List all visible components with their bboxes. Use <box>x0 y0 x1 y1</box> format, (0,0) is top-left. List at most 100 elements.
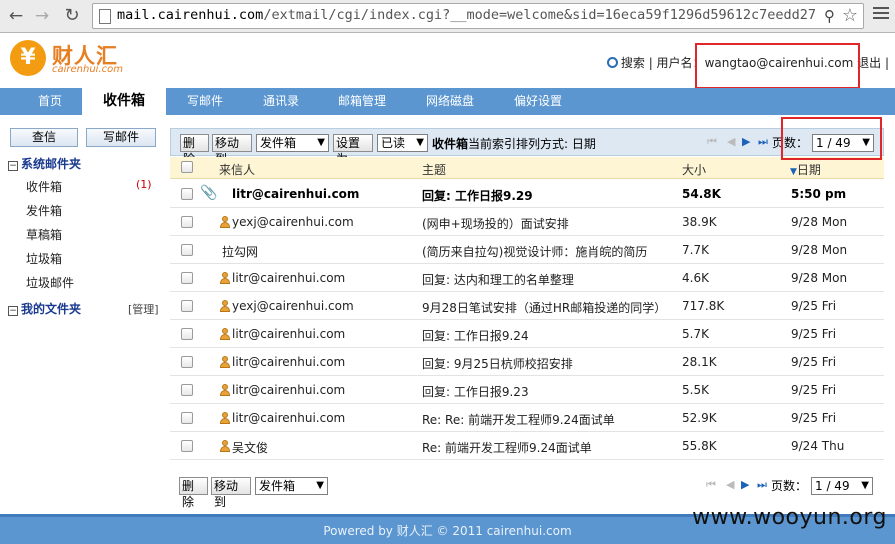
check-mail-button[interactable]: 查信 <box>10 128 78 147</box>
collapse-icon[interactable]: − <box>8 306 18 316</box>
last-page-icon[interactable]: ⏭ <box>758 135 768 149</box>
mail-row[interactable]: litr@cairenhui.com 回复: 工作日报9.23 5.5K 9/25 F… <box>170 376 884 404</box>
select-all-checkbox[interactable] <box>181 161 193 173</box>
search-link[interactable]: 搜索 <box>621 56 645 70</box>
contact-icon <box>220 300 230 312</box>
prev-page-icon[interactable]: ◀ <box>727 135 735 148</box>
row-checkbox[interactable] <box>181 300 193 312</box>
tab-preferences[interactable]: 偏好设置 <box>500 88 576 115</box>
set-as-button[interactable]: 设置为 <box>333 134 373 166</box>
row-checkbox[interactable] <box>181 244 193 256</box>
page-select-bottom[interactable]: 1 / 49 ▼ <box>811 477 873 495</box>
system-folders-header[interactable]: − 系统邮件夹 <box>8 155 81 172</box>
prev-page-icon[interactable]: ◀ <box>726 478 734 491</box>
mail-subject[interactable]: 9月28日笔试安排（通过HR邮箱投递的同学） <box>422 299 666 316</box>
mail-from[interactable]: litr@cairenhui.com <box>232 327 345 341</box>
mail-row[interactable]: yexj@cairenhui.com (网申+现场投的）面试安排 38.9K 9/28… <box>170 208 884 236</box>
row-checkbox[interactable] <box>181 440 193 452</box>
mail-size: 717.8K <box>682 299 725 313</box>
folder-sent[interactable]: 发件箱 <box>26 202 62 219</box>
sidebar: 查信 写邮件 − 系统邮件夹 收件箱 (1) 发件箱 草稿箱 垃圾箱 垃圾邮件 −… <box>0 115 168 520</box>
browser-menu-icon[interactable] <box>873 7 889 22</box>
mail-row[interactable]: litr@cairenhui.com 回复: 达内和理工的名单整理 4.6K 9/28… <box>170 264 884 292</box>
bookmark-star-icon[interactable]: ☆ <box>842 5 858 26</box>
delete-button[interactable]: 删除 <box>180 134 209 166</box>
pin-icon[interactable]: ⚲ <box>824 7 835 25</box>
mail-from[interactable]: 吴文俊 <box>232 439 268 456</box>
first-page-icon[interactable]: ⏮ <box>706 478 716 492</box>
mail-row[interactable]: litr@cairenhui.com 回复: 9月25日杭师校招安排 28.1K 9/… <box>170 348 884 376</box>
mail-row[interactable]: litr@cairenhui.com Re: Re: 前端开发工程师9.24面试单… <box>170 404 884 432</box>
reload-icon[interactable]: ↻ <box>60 5 84 27</box>
folder-inbox[interactable]: 收件箱 <box>26 178 62 195</box>
row-checkbox[interactable] <box>181 356 193 368</box>
col-subject[interactable]: 主题 <box>422 161 446 178</box>
mail-from[interactable]: yexj@cairenhui.com <box>232 215 354 229</box>
mail-subject[interactable]: Re: Re: 前端开发工程师9.24面试单 <box>422 411 615 428</box>
mail-date: 9/28 Mon <box>791 243 848 257</box>
col-from[interactable]: 来信人 <box>219 161 255 178</box>
move-to-button-bottom[interactable]: 移动到 <box>211 477 251 509</box>
tab-compose[interactable]: 写邮件 <box>170 88 240 115</box>
address-bar[interactable]: mail.cairenhui.com/extmail/cgi/index.cgi… <box>92 3 864 29</box>
mail-row[interactable]: 拉勾网 (简历来自拉勾)视觉设计师：施肖皖的简历 7.7K 9/28 Mon <box>170 236 884 264</box>
mail-subject[interactable]: Re: 前端开发工程师9.24面试单 <box>422 439 592 456</box>
last-page-icon[interactable]: ⏭ <box>757 478 767 492</box>
mail-row[interactable]: 📎 litr@cairenhui.com 回复: 工作日报9.29 54.8K 5:50… <box>170 180 884 208</box>
logout-link[interactable]: 退出 <box>857 56 881 70</box>
mail-row[interactable]: litr@cairenhui.com 回复: 工作日报9.24 5.7K 9/25 F… <box>170 320 884 348</box>
back-arrow-icon[interactable]: ← <box>4 5 28 27</box>
search-icon[interactable] <box>606 57 618 68</box>
mail-size: 5.7K <box>682 327 709 341</box>
url-text[interactable]: mail.cairenhui.com/extmail/cgi/index.cgi… <box>117 7 817 23</box>
col-size[interactable]: 大小 <box>682 161 706 178</box>
mail-from[interactable]: litr@cairenhui.com <box>232 383 345 397</box>
mail-from[interactable]: litr@cairenhui.com <box>232 187 359 201</box>
next-page-icon[interactable]: ▶ <box>742 135 750 148</box>
collapse-icon[interactable]: − <box>8 161 18 171</box>
mail-table-header: 来信人 主题 大小 ▼日期 <box>170 157 884 179</box>
mail-from[interactable]: litr@cairenhui.com <box>232 411 345 425</box>
mail-from[interactable]: 拉勾网 <box>222 243 258 260</box>
mail-subject[interactable]: 回复: 达内和理工的名单整理 <box>422 271 574 288</box>
tab-netdisk[interactable]: 网络磁盘 <box>412 88 488 115</box>
mail-subject[interactable]: 回复: 9月25日杭师校招安排 <box>422 355 573 372</box>
col-date[interactable]: ▼日期 <box>790 161 821 178</box>
folder-drafts[interactable]: 草稿箱 <box>26 226 62 243</box>
manage-folders-link[interactable]: [管理] <box>128 301 159 317</box>
move-to-button[interactable]: 移动到 <box>212 134 252 166</box>
next-page-icon[interactable]: ▶ <box>741 478 749 491</box>
row-checkbox[interactable] <box>181 384 193 396</box>
mail-subject[interactable]: 回复: 工作日报9.29 <box>422 187 533 204</box>
mail-row[interactable]: 吴文俊 Re: 前端开发工程师9.24面试单 55.8K 9/24 Thu <box>170 432 884 460</box>
set-as-select[interactable]: 已读 ▼ <box>377 134 428 152</box>
row-checkbox[interactable] <box>181 328 193 340</box>
my-folders-header[interactable]: − 我的文件夹 <box>8 300 81 317</box>
mail-from[interactable]: yexj@cairenhui.com <box>232 299 354 313</box>
folder-spam[interactable]: 垃圾邮件 <box>26 274 74 291</box>
row-checkbox[interactable] <box>181 412 193 424</box>
mail-subject[interactable]: 回复: 工作日报9.24 <box>422 327 529 344</box>
delete-button-bottom[interactable]: 删除 <box>179 477 208 509</box>
first-page-icon[interactable]: ⏮ <box>707 135 717 149</box>
row-checkbox[interactable] <box>181 272 193 284</box>
tab-inbox[interactable]: 收件箱 <box>82 88 166 115</box>
mail-row[interactable]: yexj@cairenhui.com 9月28日笔试安排（通过HR邮箱投递的同学）… <box>170 292 884 320</box>
mail-subject[interactable]: 回复: 工作日报9.23 <box>422 383 529 400</box>
tab-contacts[interactable]: 通讯录 <box>246 88 316 115</box>
compose-button[interactable]: 写邮件 <box>86 128 156 147</box>
tab-mailbox-manage[interactable]: 邮箱管理 <box>322 88 402 115</box>
forward-arrow-icon[interactable]: → <box>30 5 54 27</box>
mail-from[interactable]: litr@cairenhui.com <box>232 271 345 285</box>
main-nav-tabs: 首页 收件箱 写邮件 通讯录 邮箱管理 网络磁盘 偏好设置 <box>0 88 895 115</box>
mail-subject[interactable]: (简历来自拉勾)视觉设计师：施肖皖的简历 <box>422 243 647 260</box>
mail-subject[interactable]: (网申+现场投的）面试安排 <box>422 215 569 232</box>
move-target-select-bottom[interactable]: 发件箱 ▼ <box>255 477 328 495</box>
row-checkbox[interactable] <box>181 216 193 228</box>
row-checkbox[interactable] <box>181 188 193 200</box>
mail-from[interactable]: litr@cairenhui.com <box>232 355 345 369</box>
folder-trash[interactable]: 垃圾箱 <box>26 250 62 267</box>
pager-highlight-box <box>781 117 882 160</box>
move-target-select[interactable]: 发件箱 ▼ <box>256 134 329 152</box>
tab-home[interactable]: 首页 <box>18 88 82 115</box>
